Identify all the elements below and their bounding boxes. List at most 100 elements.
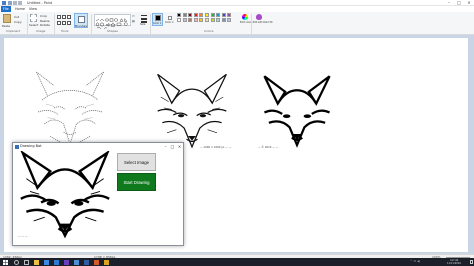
outline-dropdown[interactable]: ▭	[132, 14, 135, 18]
app-taskbar-icon[interactable]	[94, 259, 99, 265]
image-preview: — — —	[16, 149, 114, 243]
group-clipboard: Clipboard	[6, 28, 21, 33]
copy-button[interactable]: Copy	[14, 20, 22, 24]
palette-swatch[interactable]	[216, 13, 221, 17]
color2-button[interactable]: Color 2	[165, 13, 176, 26]
brush-icon	[78, 16, 85, 23]
color1-button[interactable]: Color 1	[152, 13, 163, 26]
pencil-icon[interactable]	[57, 15, 61, 19]
palette-swatch[interactable]	[221, 18, 226, 23]
rotate-button[interactable]: Rotate	[40, 23, 50, 27]
brushes-label: Brushes	[75, 24, 88, 28]
fill-dropdown[interactable]: ▤	[132, 19, 135, 23]
drawing-bot-close-button[interactable]: ×	[176, 143, 183, 150]
shapes-gallery[interactable]	[94, 14, 131, 30]
ribbon: Paste Cut Copy Clipboard Select Crop Res…	[0, 12, 474, 35]
palette-swatch[interactable]	[188, 13, 193, 17]
drawing-bot-title: Drawing Bot	[20, 144, 42, 148]
palette-swatch[interactable]	[188, 18, 193, 23]
drawing-bot-app-icon	[14, 144, 19, 149]
wolf-sketch-faint	[36, 71, 104, 146]
wolf-bold	[263, 75, 331, 148]
start-drawing-button[interactable]: Start Drawing	[117, 173, 156, 191]
task-view-icon[interactable]	[24, 259, 29, 265]
drawing-bot-minimize-button[interactable]: –	[162, 143, 169, 150]
drawing-bot-taskbar-icon[interactable]	[84, 259, 89, 265]
crop-button[interactable]: Crop	[40, 14, 47, 18]
palette-swatch[interactable]	[210, 18, 215, 23]
size-line-icon	[141, 15, 147, 16]
visual-studio-icon[interactable]	[64, 259, 69, 265]
app-taskbar-icon[interactable]	[104, 259, 109, 265]
palette-swatch[interactable]	[182, 18, 187, 23]
palette-swatch[interactable]	[227, 18, 232, 23]
palette-swatch[interactable]	[221, 13, 226, 17]
mail-icon[interactable]	[54, 259, 59, 265]
clock-date: 11/11/2019	[447, 262, 461, 265]
wolf2-caption: — 1000 × 1000 px — —	[200, 146, 232, 149]
edit-with-paint3d-label: Edit with Paint 3D	[253, 21, 273, 24]
select-image-button[interactable]: Select Image	[117, 153, 156, 171]
paint3d-icon	[256, 14, 262, 20]
cut-button[interactable]: Cut	[14, 15, 19, 19]
wolf3-caption: — © 2019 — —	[258, 146, 279, 149]
brushes-button[interactable]: Brushes	[74, 13, 88, 28]
color-wheel-icon	[241, 14, 248, 20]
palette-swatch[interactable]	[205, 18, 209, 23]
drawing-bot-window: Drawing Bot – □ × — — — Select Image Sta…	[12, 142, 184, 246]
size-label: Size	[140, 23, 146, 26]
palette-swatch[interactable]	[177, 18, 181, 23]
group-separator	[251, 14, 252, 34]
paste-icon[interactable]	[3, 14, 11, 23]
paste-label: Paste	[2, 24, 11, 28]
undo-icon[interactable]	[13, 1, 17, 5]
save-icon[interactable]	[8, 1, 12, 5]
palette-swatch[interactable]	[193, 13, 198, 17]
palette-swatch[interactable]	[193, 18, 198, 23]
palette-swatch[interactable]	[227, 13, 232, 17]
palette-swatch[interactable]	[210, 13, 215, 17]
resize-button[interactable]: Resize	[40, 19, 50, 23]
color2-swatch	[168, 16, 172, 20]
edit-colors-button[interactable]: Edit colors	[240, 14, 253, 26]
windows-start-icon[interactable]	[3, 259, 8, 265]
file-explorer-icon[interactable]	[34, 259, 39, 265]
color-picker-icon[interactable]	[62, 21, 66, 25]
palette-swatch[interactable]	[177, 13, 181, 17]
search-icon[interactable]	[14, 259, 19, 265]
group-separator	[54, 14, 55, 34]
palette-swatch[interactable]	[205, 13, 209, 17]
palette-swatch[interactable]	[182, 13, 187, 17]
redo-icon[interactable]	[18, 1, 22, 5]
color-palette	[177, 13, 237, 27]
fill-icon[interactable]	[62, 15, 66, 19]
tray-icons[interactable]: ⌃ ▭ ◂)	[410, 259, 420, 263]
color1-label: Color 1	[153, 22, 162, 25]
text-icon[interactable]	[67, 15, 71, 19]
size-button[interactable]: Size	[140, 14, 148, 26]
paint-taskbar-icon[interactable]	[74, 259, 79, 265]
select-button[interactable]: Select	[29, 23, 38, 27]
size-line-icon	[141, 18, 147, 20]
paint-app-icon	[2, 1, 6, 5]
group-shapes: Shapes	[107, 28, 118, 33]
wolf-preview-image	[20, 149, 110, 239]
browser-icon[interactable]	[44, 259, 49, 265]
drawing-bot-maximize-button[interactable]: □	[169, 143, 176, 150]
palette-swatch[interactable]	[199, 13, 204, 17]
magnifier-icon[interactable]	[67, 21, 71, 25]
group-separator	[27, 14, 28, 34]
group-separator	[150, 14, 151, 34]
drawing-bot-titlebar: Drawing Bot – □ ×	[13, 143, 183, 150]
group-tools: Tools	[61, 28, 69, 33]
edit-with-paint3d-button[interactable]: Edit with Paint 3D	[253, 14, 272, 27]
notifications-icon[interactable]	[470, 260, 473, 264]
group-image: Image	[36, 28, 46, 33]
palette-swatch[interactable]	[199, 18, 204, 23]
preview-caption: — — —	[18, 235, 28, 238]
group-colors: Colors	[204, 28, 214, 33]
eraser-icon[interactable]	[57, 21, 61, 25]
palette-swatch[interactable]	[216, 18, 221, 23]
group-separator	[91, 14, 92, 34]
select-icon[interactable]	[30, 14, 37, 22]
